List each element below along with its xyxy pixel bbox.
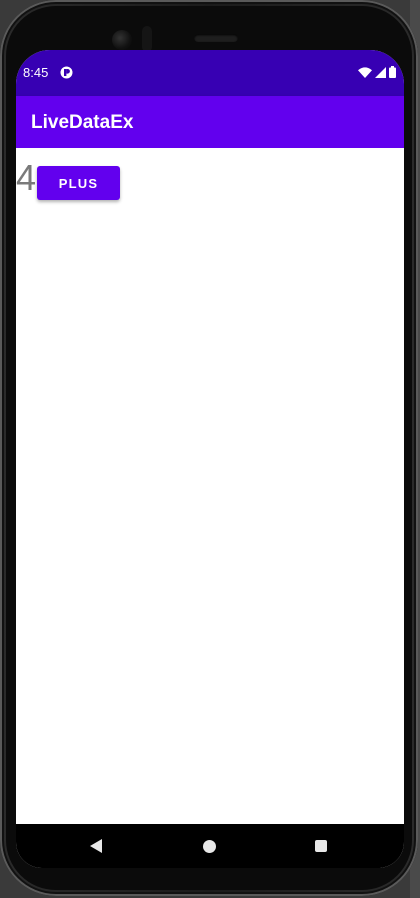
navigation-bar [16,824,404,868]
earpiece-speaker [194,34,238,42]
recents-icon[interactable] [315,840,327,852]
wifi-icon [358,66,372,78]
back-icon[interactable] [90,839,102,853]
phone-frame: 8:45 LiveDataEx 4 PLUS [0,0,418,896]
status-bar: 8:45 [16,50,404,96]
device-screen: 8:45 LiveDataEx 4 PLUS [16,50,404,868]
app-bar: LiveDataEx [16,96,404,148]
counter-text: 4 [16,157,37,198]
front-camera [112,30,132,50]
plus-button[interactable]: PLUS [37,166,120,200]
app-title: LiveDataEx [31,112,134,133]
app-notification-icon [60,66,73,79]
status-time: 8:45 [23,65,49,80]
home-icon[interactable] [203,840,216,853]
battery-icon [389,66,396,78]
camera-sensor [142,26,152,52]
status-icons [358,66,396,78]
main-content: 4 PLUS [16,148,404,824]
cell-signal-icon [375,66,386,78]
